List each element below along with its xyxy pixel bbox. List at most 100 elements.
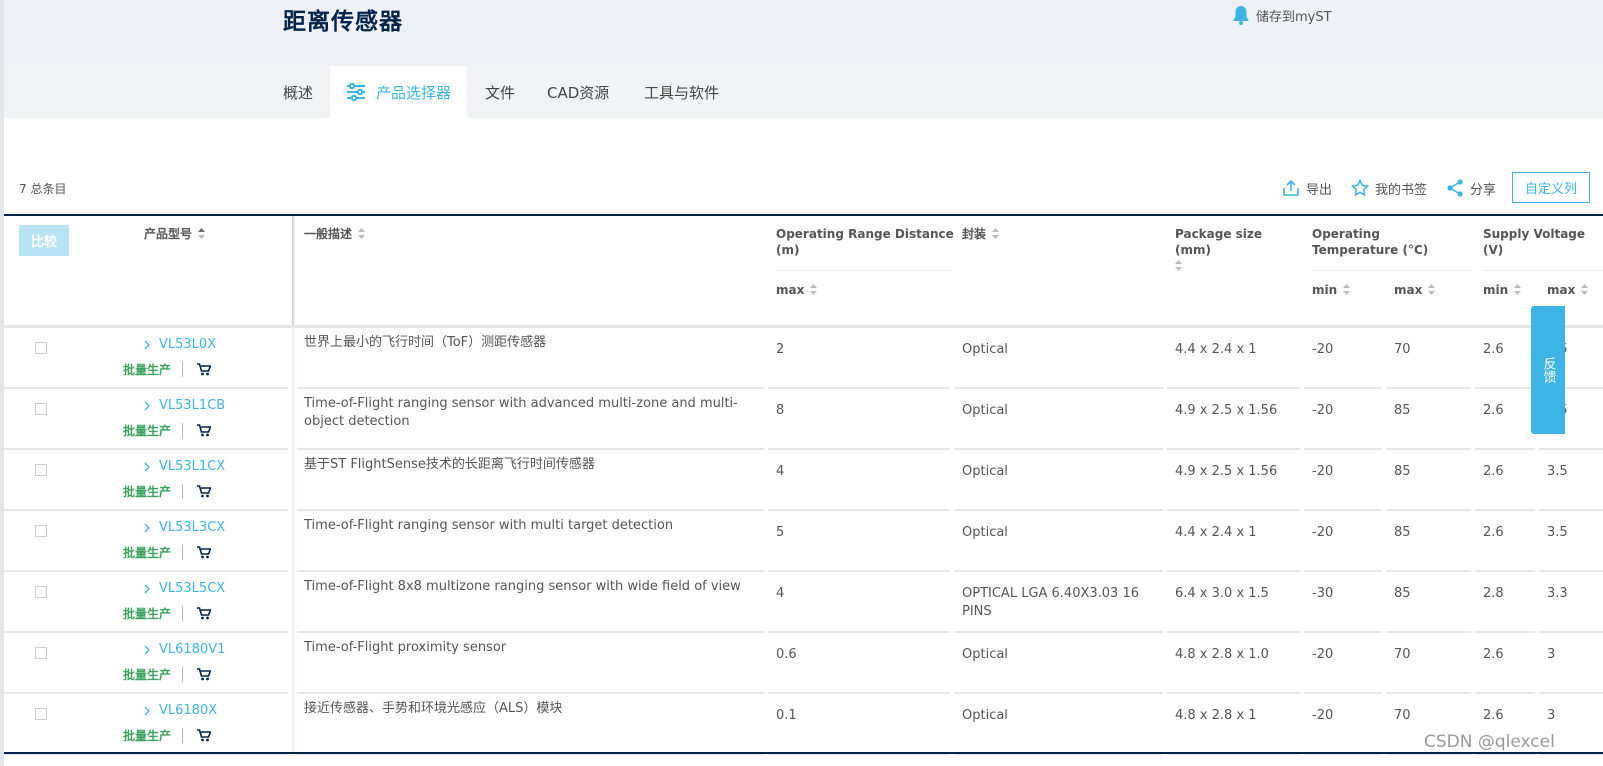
header-subdivider bbox=[1312, 270, 1472, 271]
sort-icon bbox=[1514, 284, 1522, 295]
cell-temp-min: -20 bbox=[1312, 708, 1334, 723]
status-divider bbox=[182, 667, 183, 682]
th-volt-min[interactable]: min bbox=[1483, 282, 1522, 298]
cart-icon[interactable] bbox=[197, 729, 211, 742]
cell-package-size: 4.4 x 2.4 x 1 bbox=[1175, 342, 1257, 357]
th-range-max[interactable]: max bbox=[776, 282, 818, 298]
page-title: 距离传感器 bbox=[283, 9, 403, 35]
my-bookmarks-button[interactable]: 我的书签 bbox=[1351, 178, 1427, 198]
cart-icon[interactable] bbox=[197, 546, 211, 559]
compare-checkbox[interactable] bbox=[35, 342, 47, 354]
filter-sliders-icon bbox=[347, 83, 365, 101]
cell-volt-min: 2.6 bbox=[1483, 403, 1504, 418]
cell-package-size: 6.4 x 3.0 x 1.5 bbox=[1175, 586, 1269, 601]
row-column-shadow bbox=[292, 450, 297, 511]
part-number-link[interactable]: VL53L3CX bbox=[143, 520, 225, 535]
tab-label: CAD资源 bbox=[547, 83, 610, 102]
tab-label: 文件 bbox=[485, 83, 516, 102]
feedback-label: 反馈 bbox=[1540, 357, 1556, 383]
custom-columns-button[interactable]: 自定义列 bbox=[1512, 172, 1590, 203]
compare-button[interactable]: 比较 bbox=[19, 225, 69, 256]
cart-icon[interactable] bbox=[197, 485, 211, 498]
cell-range-max: 5 bbox=[776, 525, 785, 540]
cell-range-max: 8 bbox=[776, 403, 785, 418]
table-row: VL53L0X 批量生产 世界上最小的飞行时间（ToF）测距传感器 2 Optical 4… bbox=[4, 328, 1603, 390]
th-description[interactable]: 一般描述 bbox=[304, 226, 366, 242]
table-row: VL53L3CX 批量生产 Time-of-Flight ranging senso… bbox=[4, 511, 1603, 573]
status-badge: 批量生产 bbox=[123, 668, 172, 682]
chevron-right-icon bbox=[144, 401, 150, 410]
cell-package: Optical bbox=[962, 464, 1008, 479]
cell-range-max: 0.1 bbox=[776, 708, 797, 723]
th-label: 产品型号 bbox=[144, 227, 193, 241]
th-label: min bbox=[1483, 283, 1509, 297]
part-number-link[interactable]: VL53L5CX bbox=[143, 581, 225, 596]
status-badge: 批量生产 bbox=[123, 546, 172, 560]
watermark: CSDN @qlexcel bbox=[1424, 732, 1555, 752]
part-number: VL6180X bbox=[159, 703, 218, 718]
export-button[interactable]: 导出 bbox=[1282, 178, 1332, 198]
status-badge: 批量生产 bbox=[123, 424, 172, 438]
save-to-myst-label: 储存到myST bbox=[1256, 9, 1332, 25]
part-number-link[interactable]: VL53L1CB bbox=[143, 398, 225, 413]
th-volt-max[interactable]: max bbox=[1547, 282, 1589, 298]
cart-icon[interactable] bbox=[197, 607, 211, 620]
th-operating-temperature: Operating Temperature (°C) bbox=[1312, 226, 1462, 258]
status-badge: 批量生产 bbox=[123, 607, 172, 621]
row-column-shadow bbox=[292, 511, 297, 572]
th-label: Operating Range Distance (m) bbox=[776, 227, 954, 257]
compare-checkbox[interactable] bbox=[35, 647, 47, 659]
cell-description: Time-of-Flight ranging sensor with multi… bbox=[304, 518, 674, 533]
row-column-shadow bbox=[292, 572, 297, 633]
compare-checkbox[interactable] bbox=[35, 586, 47, 598]
feedback-tab[interactable]: 反馈 bbox=[1531, 306, 1565, 434]
cell-description: Time-of-Flight proximity sensor bbox=[304, 640, 507, 655]
cell-temp-max: 85 bbox=[1394, 464, 1411, 479]
status-divider bbox=[182, 728, 183, 743]
tab-product-selector[interactable]: 产品选择器 bbox=[330, 66, 468, 118]
part-number-link[interactable]: VL6180V1 bbox=[143, 642, 225, 657]
tab-tools-software[interactable]: 工具与软件 bbox=[644, 66, 719, 118]
star-icon bbox=[1351, 179, 1369, 197]
compare-checkbox[interactable] bbox=[35, 525, 47, 537]
tab-label: 概述 bbox=[283, 83, 314, 102]
th-part-number[interactable]: 产品型号 bbox=[144, 226, 206, 242]
table-row: VL53L1CX 批量生产 基于ST FlightSense技术的长距离飞行时间传感… bbox=[4, 450, 1603, 512]
status-divider bbox=[182, 484, 183, 499]
compare-checkbox[interactable] bbox=[35, 464, 47, 476]
th-label: max bbox=[776, 283, 805, 297]
tab-overview[interactable]: 概述 bbox=[283, 66, 313, 118]
th-package[interactable]: 封装 bbox=[962, 226, 1000, 242]
part-number-link[interactable]: VL6180X bbox=[143, 703, 217, 718]
status-divider bbox=[182, 545, 183, 560]
tab-cad-resources[interactable]: CAD资源 bbox=[547, 66, 609, 118]
cart-icon[interactable] bbox=[197, 668, 211, 681]
tab-documents[interactable]: 文件 bbox=[485, 66, 515, 118]
compare-checkbox[interactable] bbox=[35, 403, 47, 415]
th-label: min bbox=[1312, 283, 1338, 297]
cart-icon[interactable] bbox=[197, 424, 211, 437]
part-number-link[interactable]: VL53L1CX bbox=[143, 459, 225, 474]
status-badge: 批量生产 bbox=[123, 485, 172, 499]
cell-description: 世界上最小的飞行时间（ToF）测距传感器 bbox=[304, 335, 547, 350]
bell-icon bbox=[1233, 6, 1249, 25]
cart-icon[interactable] bbox=[197, 363, 211, 376]
part-number: VL53L1CX bbox=[159, 459, 226, 474]
table-bottom-border bbox=[4, 752, 1603, 754]
th-package-size[interactable]: Package size (mm) bbox=[1175, 226, 1295, 274]
th-label: 一般描述 bbox=[304, 227, 353, 241]
row-column-shadow bbox=[292, 633, 297, 694]
th-supply-voltage: Supply Voltage (V) bbox=[1483, 226, 1603, 258]
part-number-link[interactable]: VL53L0X bbox=[143, 337, 216, 352]
compare-checkbox[interactable] bbox=[35, 708, 47, 720]
save-to-myst-link[interactable]: 储存到myST bbox=[1232, 4, 1332, 26]
share-button[interactable]: 分享 bbox=[1446, 178, 1496, 198]
part-number: VL53L0X bbox=[159, 337, 217, 352]
cell-temp-min: -20 bbox=[1312, 403, 1334, 418]
th-temp-max[interactable]: max bbox=[1394, 282, 1436, 298]
th-temp-min[interactable]: min bbox=[1312, 282, 1351, 298]
cell-package-size: 4.8 x 2.8 x 1 bbox=[1175, 708, 1257, 723]
cell-description: 基于ST FlightSense技术的长距离飞行时间传感器 bbox=[304, 457, 595, 472]
cell-package: Optical bbox=[962, 525, 1008, 540]
sort-icon bbox=[1343, 284, 1351, 295]
